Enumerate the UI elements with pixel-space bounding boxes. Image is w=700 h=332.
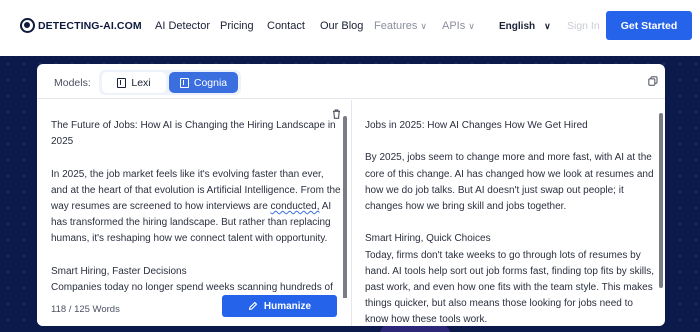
chevron-down-icon: ∨ <box>468 21 475 31</box>
nav-features[interactable]: Features ∨ <box>374 20 427 32</box>
output-scrollbar[interactable] <box>659 113 663 288</box>
language-select[interactable]: English ∨ <box>499 21 551 32</box>
chevron-down-icon: ∨ <box>544 21 551 31</box>
humanize-label: Humanize <box>263 300 312 312</box>
humanize-button[interactable]: Humanize <box>222 295 337 317</box>
output-text: Jobs in 2025: How AI Changes How We Get … <box>365 118 655 326</box>
copy-icon[interactable] <box>648 76 658 86</box>
nav-apis[interactable]: APIs ∨ <box>442 20 475 32</box>
input-footer: 118 / 125 Words Humanize <box>37 295 351 326</box>
input-pane[interactable]: The Future of Jobs: How AI is Changing t… <box>37 100 351 326</box>
chevron-down-icon: ∨ <box>420 21 428 31</box>
model-cognia-label: Cognia <box>193 76 228 89</box>
output-pane: Jobs in 2025: How AI Changes How We Get … <box>351 100 665 326</box>
models-bar: Models: Lexi Cognia <box>37 64 665 99</box>
flagged-word[interactable]: conducted, <box>271 201 320 212</box>
book-icon <box>117 77 127 88</box>
logo[interactable]: DETECTING-AI.COM <box>20 18 142 33</box>
model-cognia-button[interactable]: Cognia <box>169 72 238 93</box>
input-scrollbar[interactable] <box>343 116 347 314</box>
output-title: Jobs in 2025: How AI Changes How We Get … <box>365 120 588 131</box>
model-switcher: Lexi Cognia <box>99 70 241 95</box>
language-label: English <box>499 21 536 32</box>
nav-contact[interactable]: Contact <box>267 20 305 32</box>
word-count: 118 / 125 Words <box>51 304 120 315</box>
book-icon <box>179 77 189 88</box>
output-heading: Smart Hiring, Quick Choices <box>365 233 491 245</box>
logo-icon <box>20 18 35 33</box>
nav-apis-label: APIs <box>442 20 466 32</box>
output-paragraph: By 2025, jobs seem to change more and mo… <box>365 152 654 212</box>
sign-in-link[interactable]: Sign In <box>567 20 600 32</box>
top-navigation: DETECTING-AI.COM AI Detector Pricing Con… <box>0 0 700 56</box>
models-label: Models: <box>54 77 91 89</box>
pencil-icon <box>248 301 257 311</box>
nav-our-blog[interactable]: Our Blog <box>320 20 363 32</box>
model-lexi-label: Lexi <box>131 76 151 89</box>
get-started-button[interactable]: Get Started <box>606 11 692 40</box>
output-paragraph-2: Today, firms don't take weeks to go thro… <box>365 249 655 326</box>
humanizer-card: Models: Lexi Cognia The Future of Jobs: … <box>37 64 665 326</box>
nav-features-label: Features <box>374 20 418 32</box>
input-title: The Future of Jobs: How AI is Changing t… <box>51 120 336 148</box>
logo-text: DETECTING-AI.COM <box>38 19 142 32</box>
model-lexi-button[interactable]: Lexi <box>102 72 166 93</box>
nav-ai-detector[interactable]: AI Detector <box>155 20 210 32</box>
input-paragraph: In 2025, the job market feels like it's … <box>51 167 341 248</box>
input-heading: Smart Hiring, Faster Decisions <box>51 265 187 277</box>
nav-pricing[interactable]: Pricing <box>220 20 254 32</box>
